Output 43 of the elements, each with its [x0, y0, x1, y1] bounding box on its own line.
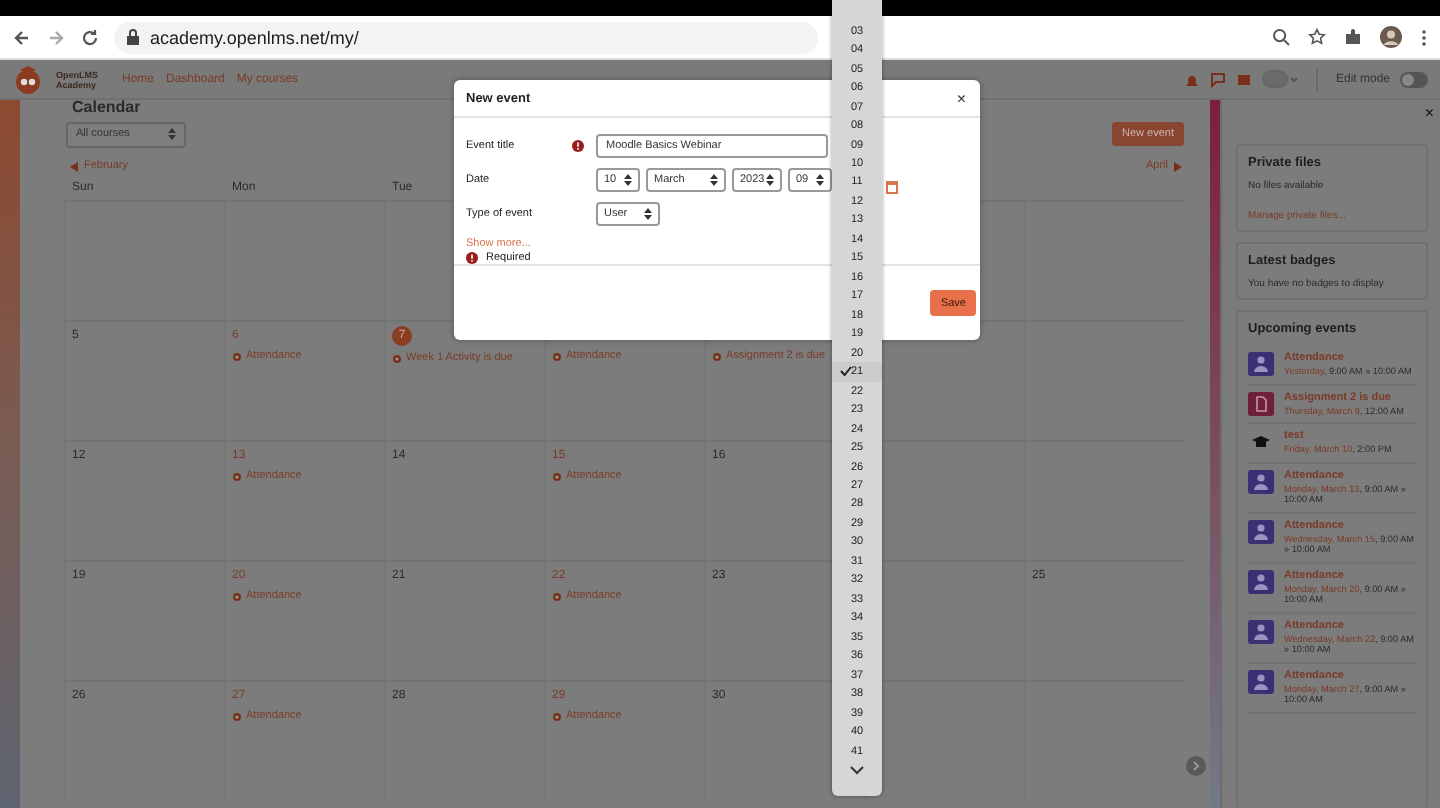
page-heading: Calendar [72, 100, 141, 116]
right-triangle-icon [1174, 161, 1182, 171]
check-icon [840, 366, 852, 377]
lock-icon [126, 28, 140, 46]
person-tile-icon [1248, 469, 1274, 493]
circle-icon [232, 591, 242, 601]
calendar-icon[interactable] [886, 180, 898, 194]
circle-icon [232, 711, 242, 721]
left-triangle-icon [70, 161, 78, 171]
sort-arrows-icon [766, 173, 774, 186]
reload-icon[interactable] [80, 27, 100, 47]
circle-icon [552, 591, 562, 601]
person-tile-icon [1248, 352, 1274, 376]
back-icon[interactable] [12, 27, 32, 47]
exclamation-circle-icon [466, 251, 478, 264]
sort-arrows-icon [644, 208, 652, 221]
person-tile-icon [1248, 569, 1274, 593]
sort-arrows-icon [816, 173, 824, 186]
person-tile-icon [1248, 619, 1274, 643]
sort-arrows-icon [168, 128, 176, 140]
exclamation-circle-icon [572, 139, 584, 152]
close-drawer-button[interactable]: × [1424, 106, 1434, 122]
circle-icon [232, 351, 242, 361]
document-tile-icon [1248, 391, 1274, 415]
person-tile-icon [1248, 669, 1274, 693]
circle-icon [552, 711, 562, 721]
edit-mode-toggle[interactable] [1400, 71, 1428, 87]
circle-icon [712, 351, 722, 361]
person-tile-icon [1248, 519, 1274, 543]
address-bar[interactable]: academy.openlms.net/my/ [114, 21, 818, 53]
logo-icon[interactable] [12, 65, 44, 93]
sort-arrows-icon [624, 173, 632, 186]
zoom-icon[interactable] [1272, 28, 1290, 46]
chevron-down-icon[interactable] [850, 766, 864, 777]
star-icon[interactable] [1308, 28, 1326, 46]
close-button[interactable]: × [956, 89, 966, 107]
circle-icon [392, 353, 402, 363]
profile-avatar-icon[interactable] [1380, 26, 1402, 48]
circle-icon [232, 471, 242, 481]
more-menu-icon[interactable] [1420, 27, 1428, 47]
circle-icon [552, 351, 562, 361]
sort-arrows-icon [710, 173, 718, 186]
circle-icon [552, 471, 562, 481]
